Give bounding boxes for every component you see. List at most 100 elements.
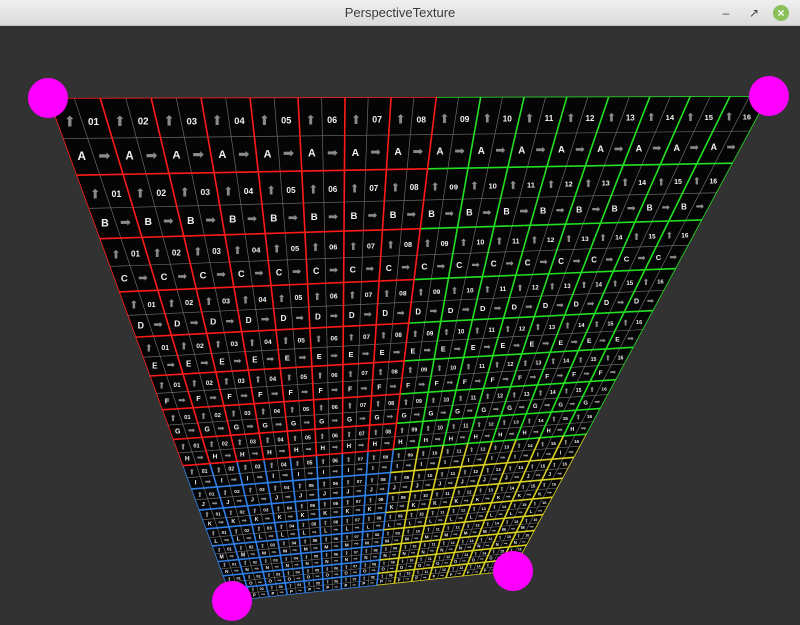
arrow-up-icon: ⬆ — [350, 183, 360, 196]
arrow-up-icon: ⬆ — [252, 507, 258, 515]
arrow-up-icon: ⬆ — [313, 292, 321, 303]
row-letter-label: H — [474, 434, 478, 440]
arrow-up-icon: ⬆ — [403, 398, 410, 407]
row-letter-label: K — [368, 507, 372, 513]
arrow-up-icon: ⬆ — [580, 280, 587, 290]
column-number-label: 11 — [479, 364, 485, 370]
arrow-right-icon: ➡ — [471, 260, 480, 271]
arrow-right-icon: ➡ — [458, 516, 463, 522]
column-number-label: 10 — [466, 287, 474, 294]
arrow-right-icon: ➡ — [530, 373, 537, 382]
arrow-up-icon: ⬆ — [208, 440, 215, 449]
arrow-up-icon: ⬆ — [482, 112, 492, 126]
column-number-label: 07 — [367, 241, 375, 250]
column-number-label: 05 — [281, 116, 291, 126]
column-number-label: 16 — [574, 439, 580, 444]
column-number-label: 03 — [276, 572, 280, 576]
arrow-right-icon: ➡ — [167, 360, 176, 371]
column-number-label: 02 — [244, 528, 249, 533]
arrow-up-icon: ⬆ — [114, 113, 126, 129]
arrow-right-icon: ➡ — [246, 535, 251, 542]
row-letter-label: B — [311, 212, 318, 223]
row-letter-label: C — [591, 256, 597, 265]
row-letter-label: M — [324, 544, 328, 550]
arrow-up-icon: ⬆ — [197, 490, 203, 499]
row-letter-label: A — [264, 148, 272, 160]
row-letter-label: M — [241, 553, 245, 559]
column-number-label: 08 — [373, 549, 377, 553]
column-number-label: 11 — [432, 543, 436, 547]
arrow-up-icon: ⬆ — [492, 504, 497, 511]
column-number-label: 12 — [461, 508, 466, 513]
arrow-right-icon: ➡ — [376, 524, 381, 530]
arrow-up-icon: ⬆ — [345, 478, 351, 486]
column-number-label: 06 — [328, 185, 338, 194]
column-number-label: 12 — [480, 447, 486, 452]
arrow-right-icon: ➡ — [212, 498, 218, 507]
minimize-icon[interactable]: – — [717, 4, 735, 22]
row-letter-label: J — [483, 478, 486, 484]
column-number-label: 12 — [467, 489, 472, 494]
column-number-label: 14 — [477, 564, 481, 568]
arrow-right-icon: ➡ — [279, 447, 286, 456]
close-icon[interactable]: × — [773, 5, 789, 21]
column-number-label: 07 — [354, 534, 359, 539]
column-number-label: 03 — [244, 411, 251, 417]
arrow-right-icon: ➡ — [727, 141, 736, 153]
arrow-right-icon: ➡ — [327, 145, 338, 160]
arrow-up-icon: ⬆ — [193, 246, 202, 258]
corner-handle-bottom-left[interactable] — [212, 581, 252, 621]
column-number-label: 16 — [618, 355, 624, 361]
column-number-label: 04 — [287, 505, 293, 510]
row-letter-label: A — [711, 142, 718, 152]
row-letter-label: L — [530, 509, 533, 514]
arrow-up-icon: ⬆ — [180, 442, 187, 451]
column-number-label: 08 — [377, 516, 382, 521]
column-number-label: 15 — [514, 520, 518, 524]
arrow-right-icon: ➡ — [568, 449, 573, 456]
column-number-label: 02 — [214, 413, 221, 419]
arrow-right-icon: ➡ — [271, 389, 279, 399]
perspective-view[interactable]: ⬆ 01 A ➡ ⬆ 02 A ➡ ⬆ 03 A ➡ ⬆ 04 A ➡ ⬆ 05 A ➡ ⬆ 06 A ➡ ⬆ 07 A ➡ ⬆ 08 A ➡… — [0, 26, 800, 625]
arrow-up-icon: ⬆ — [211, 530, 216, 537]
major-grid-line — [319, 535, 323, 552]
arrow-right-icon: ➡ — [389, 381, 396, 391]
row-letter-label: L — [346, 526, 349, 532]
column-number-label: 05 — [291, 244, 300, 253]
title-bar[interactable]: PerspectiveTexture – ↗ × — [0, 0, 800, 26]
column-number-label: 15 — [500, 549, 504, 553]
column-number-label: 08 — [381, 477, 387, 482]
render-canvas[interactable]: ⬆ 01 A ➡ ⬆ 02 A ➡ ⬆ 03 A ➡ ⬆ 04 A ➡ ⬆ 05 A ➡ ⬆ 06 A ➡ ⬆ 07 A ➡ ⬆ 08 A ➡… — [0, 26, 800, 625]
major-grid-line — [76, 173, 124, 176]
arrow-right-icon: ➡ — [430, 460, 436, 467]
arrow-right-icon: ➡ — [462, 304, 470, 315]
corner-handle-bottom-right[interactable] — [493, 551, 533, 591]
arrow-up-icon: ⬆ — [320, 457, 326, 466]
row-letter-label: L — [281, 532, 284, 538]
arrow-right-icon: ➡ — [502, 375, 509, 384]
column-number-label: 13 — [581, 236, 589, 243]
column-number-label: 15 — [674, 179, 682, 186]
arrow-right-icon: ➡ — [218, 520, 224, 527]
corner-handle-top-left[interactable] — [28, 78, 68, 118]
arrow-right-icon: ➡ — [313, 546, 318, 552]
corner-handle-top-right[interactable] — [749, 76, 789, 116]
row-letter-label: A — [673, 143, 680, 153]
row-letter-label: A — [636, 143, 643, 153]
arrow-right-icon: ➡ — [413, 145, 424, 159]
row-letter-label: P — [253, 593, 256, 598]
column-number-label: 05 — [310, 503, 316, 508]
column-number-label: 07 — [357, 479, 363, 484]
arrow-up-icon: ⬆ — [284, 556, 289, 563]
maximize-icon[interactable]: ↗ — [745, 4, 763, 22]
arrow-right-icon: ➡ — [557, 470, 562, 477]
row-letter-label: F — [377, 384, 381, 391]
arrow-right-icon: ➡ — [421, 501, 426, 508]
row-letter-label: B — [612, 203, 618, 213]
arrow-up-icon: ⬆ — [472, 506, 477, 513]
arrow-up-icon: ⬆ — [266, 183, 276, 197]
row-letter-label: D — [280, 313, 286, 323]
row-letter-label: M — [405, 536, 409, 541]
row-letter-label: D — [604, 299, 609, 307]
column-number-label: 05 — [309, 483, 315, 488]
